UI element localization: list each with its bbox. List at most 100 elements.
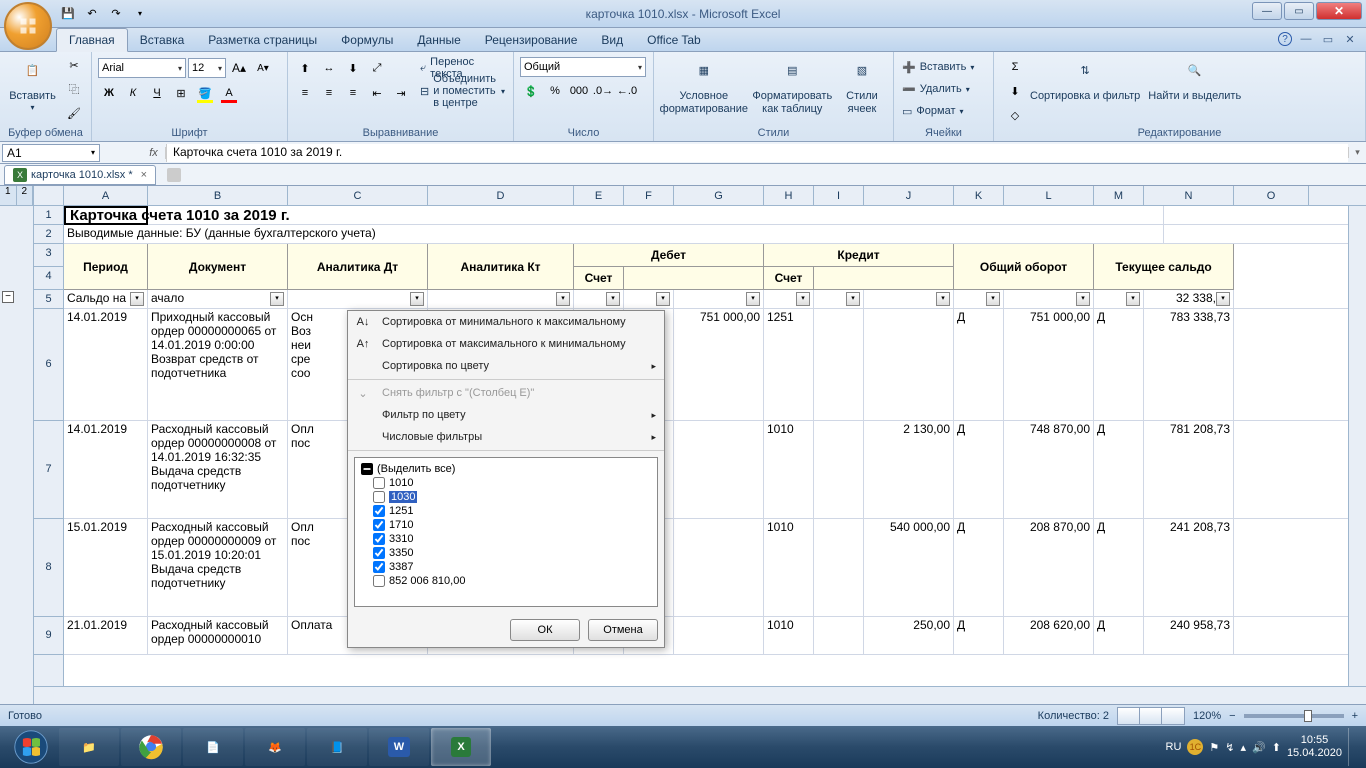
indent-dec-icon[interactable]: ⇤ (366, 82, 388, 104)
cell[interactable]: Сальдо на▾ (64, 290, 148, 308)
filter-dropdown-icon[interactable]: ▾ (1216, 292, 1230, 306)
task-app2[interactable]: 📘 (307, 728, 367, 766)
cell[interactable]: Д (1094, 519, 1144, 616)
filter-checkbox[interactable] (373, 547, 385, 559)
tab-view[interactable]: Вид (589, 29, 635, 51)
redo-icon[interactable]: ↷ (106, 4, 126, 24)
font-color-icon[interactable]: A (218, 82, 240, 104)
cell[interactable]: Расходный кассовый ордер 00000000010 (148, 617, 288, 654)
cell[interactable]: 32 338,▾ (1144, 290, 1234, 308)
align-middle-icon[interactable]: ↔ (318, 57, 340, 79)
cell[interactable]: ▾ (288, 290, 428, 308)
col-header-C[interactable]: C (288, 186, 428, 205)
minimize-button[interactable]: — (1252, 2, 1282, 20)
find-select-button[interactable]: 🔍Найти и выделить (1144, 54, 1245, 105)
cell[interactable]: ачало▾ (148, 290, 288, 308)
cut-icon[interactable]: ✂ (63, 54, 85, 76)
cell[interactable] (814, 617, 864, 654)
new-tab-button[interactable] (158, 165, 190, 185)
fx-button[interactable]: fx (142, 147, 166, 159)
cell[interactable]: Д (954, 309, 1004, 420)
filter-value-item[interactable]: 3387 (359, 560, 653, 574)
cell[interactable]: Карточка счета 1010 за 2019 г. (64, 206, 1164, 224)
number-filters-item[interactable]: Числовые фильтры▸ (348, 426, 664, 448)
cell[interactable]: 1010 (764, 519, 814, 616)
zoom-level[interactable]: 120% (1193, 710, 1221, 722)
tray-icon-1c[interactable]: 1C (1187, 739, 1203, 755)
cell[interactable]: 2 130,00 (864, 421, 954, 518)
cell[interactable]: Д (1094, 617, 1144, 654)
maximize-button[interactable]: ▭ (1284, 2, 1314, 20)
show-desktop-button[interactable] (1348, 728, 1356, 766)
tray-sound-icon[interactable]: 🔊 (1252, 741, 1266, 754)
cell[interactable]: Д (1094, 421, 1144, 518)
cell[interactable]: Д (954, 519, 1004, 616)
cell-styles-button[interactable]: ▧Стили ячеек (837, 54, 887, 118)
indent-inc-icon[interactable]: ⇥ (390, 82, 412, 104)
cond-format-button[interactable]: ▦Условное форматирование (660, 54, 748, 118)
row-header[interactable]: 7 (34, 421, 63, 519)
dec-decimal-icon[interactable]: ←.0 (616, 80, 638, 102)
filter-dropdown-icon[interactable]: ▾ (556, 292, 570, 306)
cell[interactable]: ▾ (1094, 290, 1144, 308)
cell[interactable]: 751 000,00 (674, 309, 764, 420)
row-header[interactable]: 3 (34, 244, 63, 267)
filter-value-item[interactable]: 1030 (359, 490, 653, 504)
sort-color-item[interactable]: Сортировка по цвету▸ (348, 355, 664, 377)
orientation-icon[interactable]: ⤢ (366, 57, 388, 79)
formula-input[interactable]: Карточка счета 1010 за 2019 г. (166, 144, 1348, 162)
cell[interactable]: ▾ (814, 290, 864, 308)
cell[interactable]: Расходный кассовый ордер 00000000009 от … (148, 519, 288, 616)
comma-icon[interactable]: 000 (568, 80, 590, 102)
filter-checkbox[interactable] (373, 533, 385, 545)
tray-lang[interactable]: RU (1166, 741, 1182, 753)
filter-value-item[interactable]: 1710 (359, 518, 653, 532)
view-buttons[interactable] (1117, 707, 1185, 725)
cell[interactable]: 250,00 (864, 617, 954, 654)
restore-window-icon[interactable]: ▭ (1320, 31, 1336, 47)
paste-button[interactable]: 📋 Вставить ▾ (6, 54, 59, 115)
cell[interactable]: Д (954, 617, 1004, 654)
format-cells-button[interactable]: ▭Формат▾ (900, 100, 966, 122)
filter-checkbox[interactable] (373, 477, 385, 489)
zoom-in-icon[interactable]: + (1352, 710, 1358, 722)
bold-button[interactable]: Ж (98, 82, 120, 104)
col-header-K[interactable]: K (954, 186, 1004, 205)
minimize-ribbon-icon[interactable]: — (1298, 31, 1314, 47)
cell[interactable] (674, 617, 764, 654)
filter-value-item[interactable]: 3310 (359, 532, 653, 546)
align-top-icon[interactable]: ⬆ (294, 57, 316, 79)
filter-dropdown-icon[interactable]: ▾ (1126, 292, 1140, 306)
tray-clock[interactable]: 10:5515.04.2020 (1287, 734, 1342, 760)
save-icon[interactable]: 💾 (58, 4, 78, 24)
col-header-E[interactable]: E (574, 186, 624, 205)
task-firefox[interactable]: 🦊 (245, 728, 305, 766)
cell[interactable] (674, 421, 764, 518)
cell[interactable]: Выводимые данные: БУ (данные бухгалтерск… (64, 225, 1164, 243)
task-excel[interactable]: X (431, 728, 491, 766)
cell[interactable]: 15.01.2019 (64, 519, 148, 616)
format-table-button[interactable]: ▤Форматировать как таблицу (748, 54, 837, 118)
grow-font-icon[interactable]: A▴ (228, 57, 250, 79)
cell[interactable]: Расходный кассовый ордер 00000000008 от … (148, 421, 288, 518)
col-header-I[interactable]: I (814, 186, 864, 205)
cell[interactable]: 208 870,00 (1004, 519, 1094, 616)
col-header-O[interactable]: O (1234, 186, 1309, 205)
row-header[interactable]: 4 (34, 267, 63, 290)
office-button[interactable] (4, 2, 52, 50)
percent-icon[interactable]: % (544, 80, 566, 102)
outline-level-2[interactable]: 2 (17, 186, 34, 205)
border-icon[interactable]: ⊞ (170, 82, 192, 104)
expand-formula-icon[interactable]: ▾ (1348, 147, 1366, 158)
tab-review[interactable]: Рецензирование (473, 29, 590, 51)
font-size-combo[interactable]: 12▾ (188, 58, 226, 78)
tab-layout[interactable]: Разметка страницы (196, 29, 329, 51)
undo-icon[interactable]: ↶ (82, 4, 102, 24)
filter-checkbox[interactable] (373, 561, 385, 573)
cell[interactable]: Д (954, 421, 1004, 518)
copy-icon[interactable]: ⿻ (63, 78, 85, 100)
cell[interactable]: ▾ (574, 290, 624, 308)
cell[interactable]: 240 958,73 (1144, 617, 1234, 654)
task-word[interactable]: W (369, 728, 429, 766)
cell[interactable]: 21.01.2019 (64, 617, 148, 654)
